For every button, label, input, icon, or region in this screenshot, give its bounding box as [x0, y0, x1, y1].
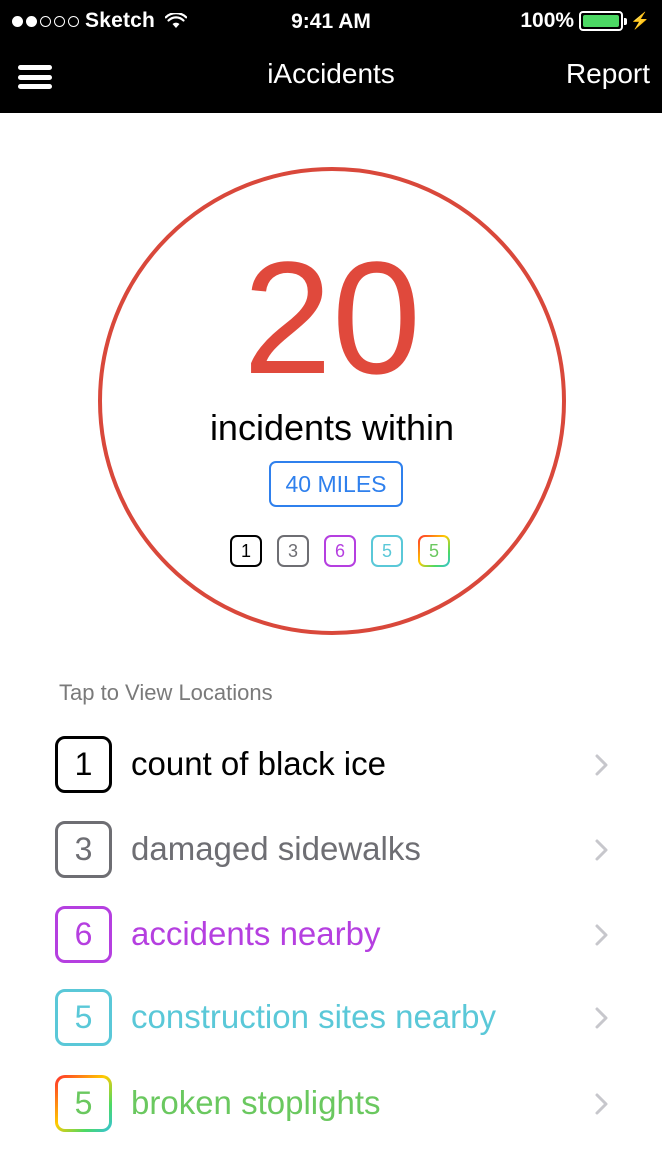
menu-line	[18, 74, 52, 80]
mini-badge-row: 1 3 6 5 5	[230, 535, 450, 567]
header: Sketch 9:41 AM 100% ⚡ iAccidents Report	[0, 0, 662, 113]
mini-badge-sidewalks: 3	[277, 535, 309, 567]
count-badge: 3	[55, 821, 112, 878]
list-item-accidents-nearby[interactable]: 6 accidents nearby	[0, 894, 662, 974]
list-item-label: construction sites nearby	[131, 998, 497, 1035]
app-title: iAccidents	[267, 58, 395, 89]
report-button[interactable]: Report	[566, 58, 650, 90]
mini-badge-construction: 5	[371, 535, 403, 567]
count-badge: 6	[55, 906, 112, 963]
list-item-label: count of black ice	[131, 745, 386, 782]
menu-line	[18, 84, 52, 89]
chevron-right-icon	[595, 754, 608, 776]
mini-badge-black-ice: 1	[230, 535, 262, 567]
incident-summary-circle: 20 incidents within 40 MILES 1 3 6 5 5	[98, 167, 566, 635]
list-item-damaged-sidewalks[interactable]: 3 damaged sidewalks	[0, 809, 662, 889]
status-right: 100% ⚡	[520, 9, 650, 33]
battery-icon	[579, 11, 628, 31]
list-item-label: broken stoplights	[131, 1084, 381, 1121]
charging-icon: ⚡	[630, 13, 650, 30]
hamburger-menu-icon[interactable]	[18, 63, 52, 91]
chevron-right-icon	[595, 1093, 608, 1115]
menu-line	[18, 65, 52, 70]
battery-percent: 100%	[520, 9, 575, 32]
list-header: Tap to View Locations	[59, 680, 273, 705]
list-item-label: damaged sidewalks	[131, 830, 421, 867]
mini-badge-accidents: 6	[324, 535, 356, 567]
radius-button[interactable]: 40 MILES	[269, 461, 403, 507]
incident-subtitle: incidents within	[209, 407, 455, 448]
mini-badge-stoplights: 5	[418, 535, 450, 567]
count-badge: 5	[55, 1075, 112, 1132]
chevron-right-icon	[595, 924, 608, 946]
list-item-construction-sites[interactable]: 5 construction sites nearby	[0, 977, 662, 1057]
chevron-right-icon	[595, 839, 608, 861]
battery-nub	[624, 18, 628, 25]
chevron-right-icon	[595, 1007, 608, 1029]
list-item-broken-stoplights[interactable]: 5 broken stoplights	[0, 1063, 662, 1143]
status-bar: Sketch 9:41 AM 100% ⚡	[0, 0, 662, 46]
incident-total: 20	[243, 228, 421, 407]
count-badge: 5	[55, 989, 112, 1046]
list-item-black-ice[interactable]: 1 count of black ice	[0, 724, 662, 804]
list-item-label: accidents nearby	[131, 915, 381, 952]
count-badge: 1	[55, 736, 112, 793]
nav-bar: iAccidents Report	[0, 46, 662, 113]
battery-fill	[583, 15, 620, 27]
